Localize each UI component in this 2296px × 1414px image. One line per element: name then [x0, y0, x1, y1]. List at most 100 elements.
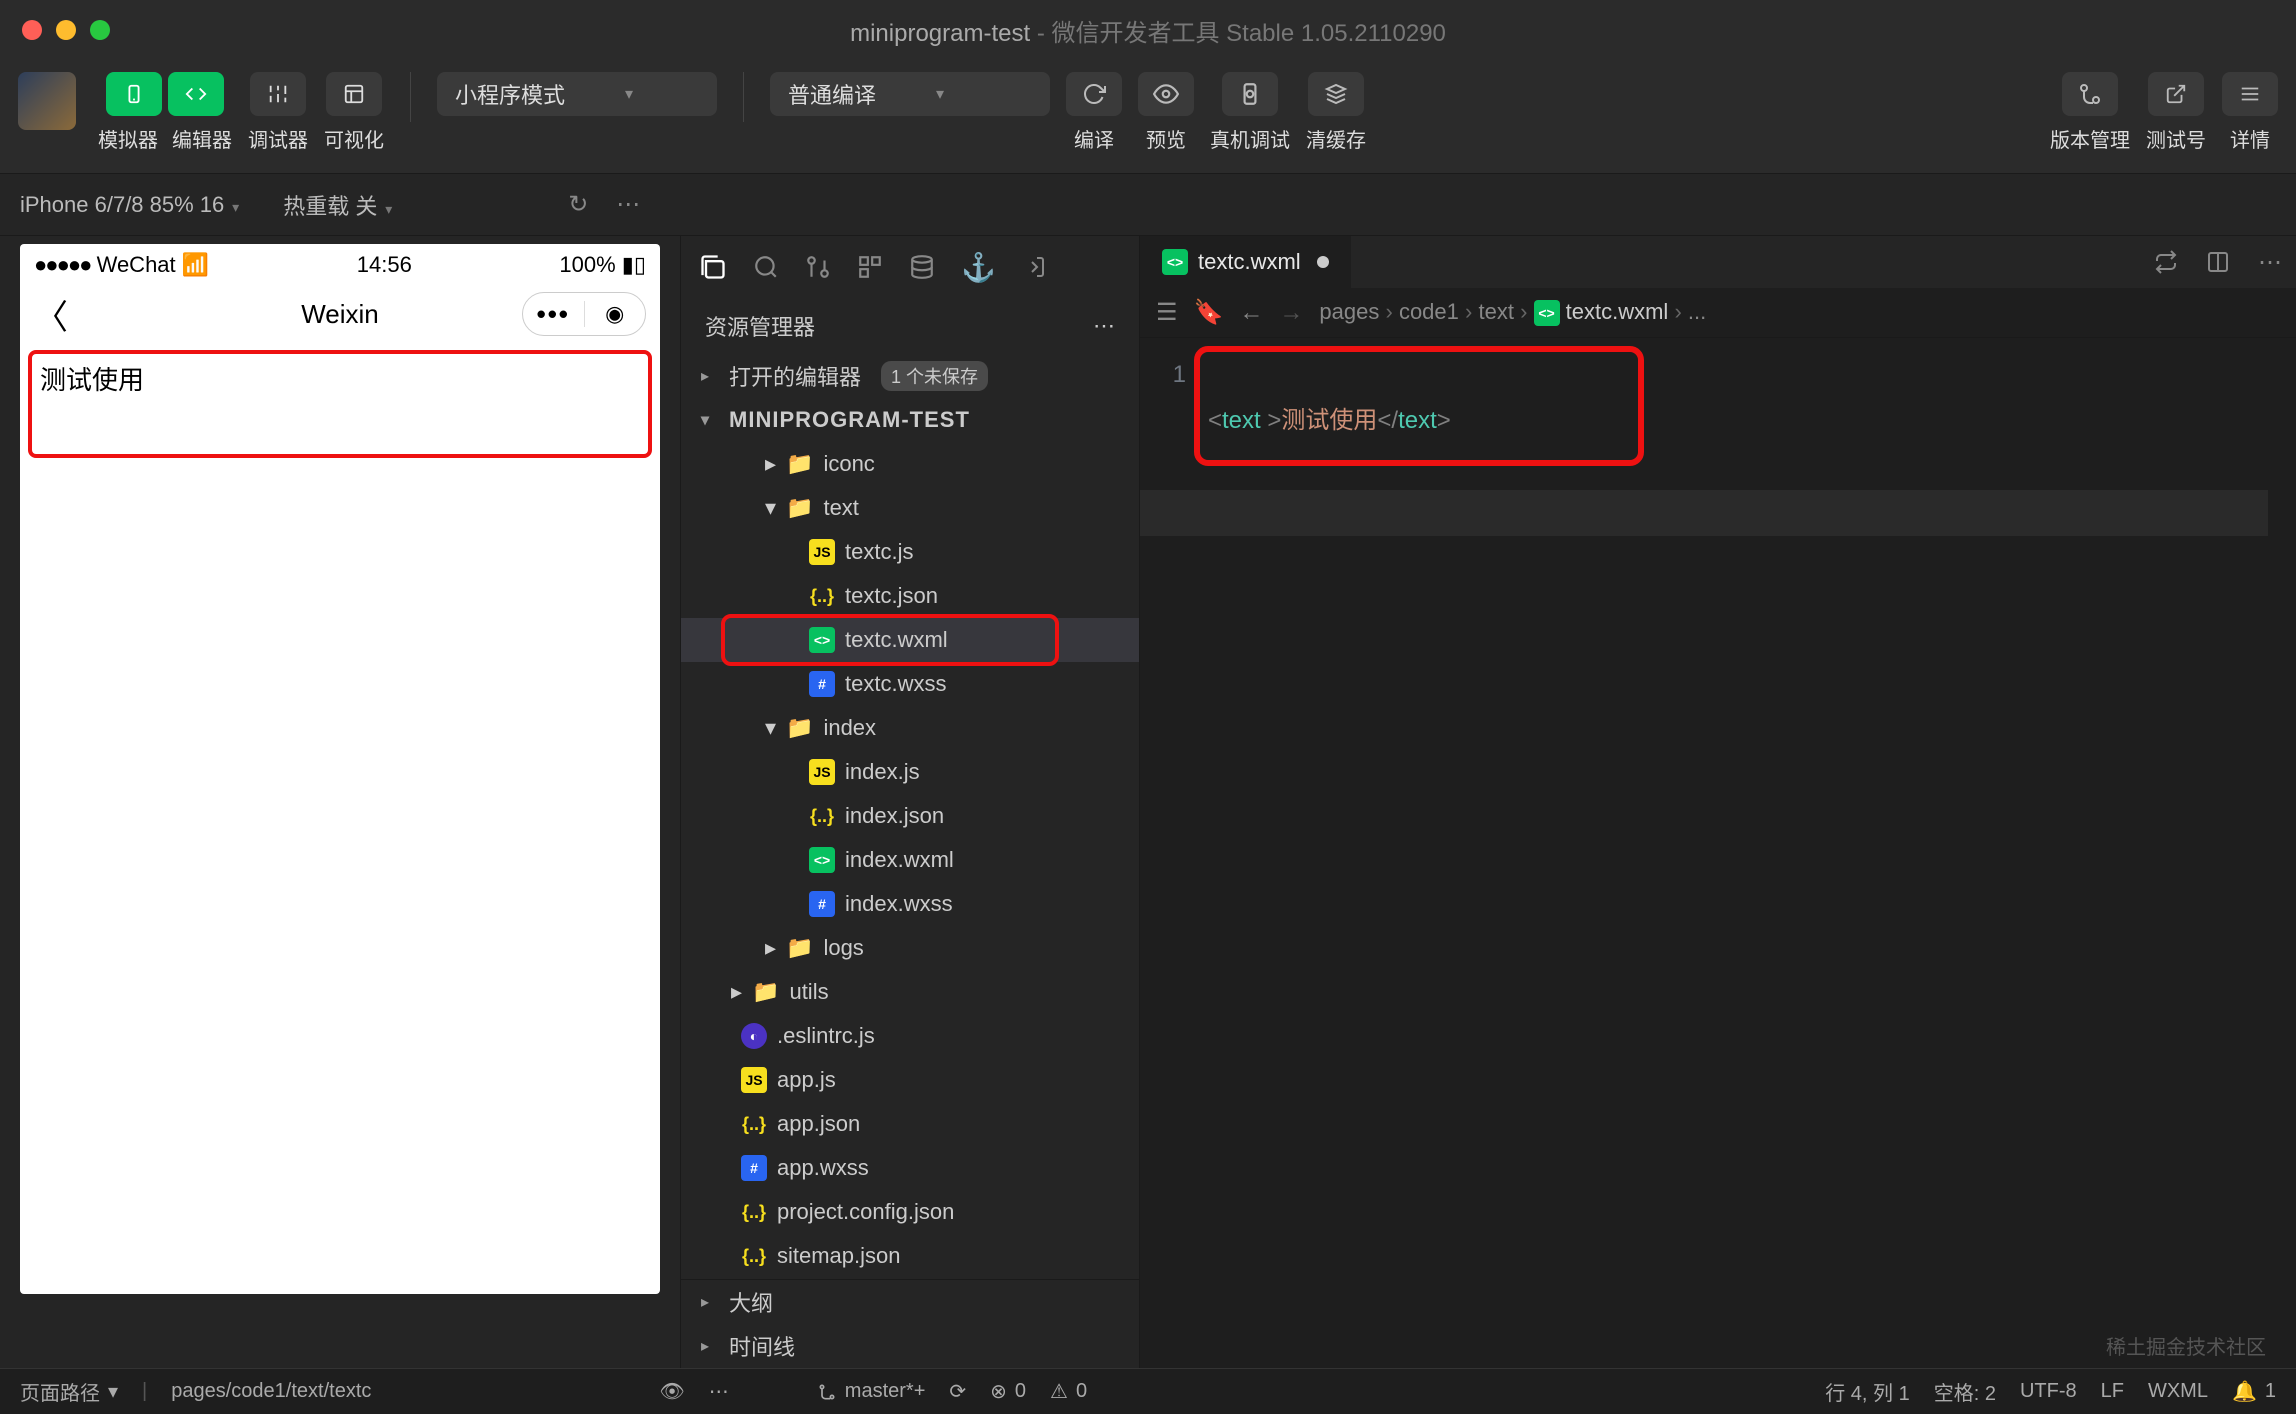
bookmark-icon[interactable]: 🔖	[1194, 298, 1224, 327]
unsaved-dot-icon	[1317, 256, 1329, 268]
code-line: <text >测试使用</text>	[1208, 398, 2296, 444]
capsule-button[interactable]: ••• ◉	[522, 292, 646, 336]
explorer-icon[interactable]	[699, 253, 727, 281]
watermark: 稀土掘金技术社区	[2106, 1331, 2266, 1360]
window-minimize-button[interactable]	[56, 20, 76, 40]
compare-icon[interactable]	[2140, 250, 2192, 274]
nav-forward-icon[interactable]: →	[1279, 299, 1303, 327]
highlight-annotation-sim: 测试使用	[28, 350, 652, 458]
compile-dropdown[interactable]: 普通编译▾	[770, 72, 1050, 116]
window-close-button[interactable]	[22, 20, 42, 40]
details-label: 详情	[2230, 124, 2270, 153]
outline-section[interactable]: ▸大纲	[681, 1280, 1139, 1324]
folder-row[interactable]: ▸📁utils	[681, 970, 1139, 1014]
search-icon[interactable]	[753, 254, 779, 280]
file-row[interactable]: {..}textc.json	[681, 574, 1139, 618]
phone-frame: ●●●●● WeChat 📶 14:56 100% ▮▯ 〈 Weixin ••…	[20, 244, 660, 1294]
file-row[interactable]: #textc.wxss	[681, 662, 1139, 706]
clear-cache-label: 清缓存	[1306, 124, 1366, 153]
nav-back-icon[interactable]: ←	[1239, 299, 1263, 327]
file-row[interactable]: {..}sitemap.json	[681, 1234, 1139, 1278]
file-row[interactable]: #app.wxss	[681, 1146, 1139, 1190]
capsule-menu-icon[interactable]: •••	[523, 299, 584, 330]
explorer-more-icon[interactable]: ⋯	[1093, 313, 1115, 339]
wifi-icon: 📶	[182, 252, 209, 277]
file-row[interactable]: JSapp.js	[681, 1058, 1139, 1102]
back-icon[interactable]: 〈	[34, 290, 68, 339]
mode-dropdown[interactable]: 小程序模式▾	[437, 72, 717, 116]
git-icon[interactable]	[805, 254, 831, 280]
tab-more-icon[interactable]: ⋯	[2244, 248, 2296, 277]
preview-label: 预览	[1146, 124, 1186, 153]
test-number-button[interactable]	[2148, 72, 2204, 116]
visual-toggle[interactable]	[326, 72, 382, 116]
window-maximize-button[interactable]	[90, 20, 110, 40]
phone-statusbar: ●●●●● WeChat 📶 14:56 100% ▮▯	[20, 244, 660, 286]
breadcrumb[interactable]: pages › code1 › text › <> textc.wxml › .…	[1319, 299, 1706, 326]
sync-icon[interactable]: ⟳	[949, 1379, 966, 1404]
breadcrumb-bar: ☰ 🔖 ← → pages › code1 › text › <> textc.…	[1140, 288, 2296, 338]
split-icon[interactable]	[2192, 250, 2244, 274]
project-root[interactable]: ▾MINIPROGRAM-TEST	[681, 398, 1139, 442]
file-row[interactable]: {..}app.json	[681, 1102, 1139, 1146]
file-row[interactable]: JSindex.js	[681, 750, 1139, 794]
wxml-file-icon: <>	[1162, 249, 1188, 275]
clear-cache-button[interactable]	[1308, 72, 1364, 116]
code-editor[interactable]: 1 <text >测试使用</text>	[1140, 338, 2296, 1368]
notification-bell[interactable]: 🔔 1	[2232, 1379, 2276, 1404]
compile-button[interactable]	[1066, 72, 1122, 116]
refresh-icon[interactable]: ↻	[560, 190, 596, 219]
device-selector[interactable]: iPhone 6/7/8 85% 16 ▾	[20, 192, 239, 218]
details-button[interactable]	[2222, 72, 2278, 116]
warning-count[interactable]: ⚠ 0	[1050, 1379, 1087, 1404]
phone-nav-title: Weixin	[301, 299, 379, 330]
file-row[interactable]: {..}project.config.json	[681, 1190, 1139, 1234]
login-icon[interactable]	[1022, 255, 1046, 279]
folder-row[interactable]: ▸📁logs	[681, 926, 1139, 970]
compile-label: 编译	[1074, 124, 1114, 153]
folder-row[interactable]: ▾📁text	[681, 486, 1139, 530]
db-icon[interactable]	[909, 254, 935, 280]
timeline-section[interactable]: ▸时间线	[681, 1324, 1139, 1368]
git-branch[interactable]: master*+	[817, 1380, 926, 1403]
project-avatar[interactable]	[18, 72, 76, 130]
hot-reload-selector[interactable]: 热重载 关 ▾	[283, 189, 392, 221]
editor-toggle[interactable]	[168, 72, 224, 116]
folder-row[interactable]: ▸📁iconc	[681, 442, 1139, 486]
preview-eye-icon[interactable]: 👁	[659, 1379, 684, 1404]
editor-label: 编辑器	[172, 124, 232, 153]
language-mode[interactable]: WXML	[2148, 1380, 2208, 1403]
file-row[interactable]: ◐.eslintrc.js	[681, 1014, 1139, 1058]
extensions-icon[interactable]	[857, 254, 883, 280]
indent-setting[interactable]: 空格: 2	[1934, 1377, 1996, 1406]
file-row[interactable]: <>index.wxml	[681, 838, 1139, 882]
editor-tab[interactable]: <> textc.wxml	[1140, 236, 1351, 288]
docker-icon[interactable]: ⚓	[961, 251, 996, 284]
debugger-label: 调试器	[248, 124, 308, 153]
folder-row[interactable]: ▾📁index	[681, 706, 1139, 750]
status-more-icon[interactable]: ⋯	[709, 1379, 729, 1404]
file-row[interactable]: {..}index.json	[681, 794, 1139, 838]
eol[interactable]: LF	[2101, 1380, 2124, 1403]
file-row[interactable]: <>textc.wxml	[681, 618, 1139, 662]
open-editors-section[interactable]: ▸打开的编辑器1 个未保存	[681, 354, 1139, 398]
remote-debug-label: 真机调试	[1210, 124, 1290, 153]
simulator-toggle[interactable]	[106, 72, 162, 116]
more-icon[interactable]: ⋯	[610, 190, 646, 219]
debugger-toggle[interactable]	[250, 72, 306, 116]
page-path-selector[interactable]: 页面路径 ▾	[20, 1377, 118, 1406]
line-gutter: 1	[1140, 338, 1196, 398]
file-row[interactable]: #index.wxss	[681, 882, 1139, 926]
minimap[interactable]	[2268, 338, 2296, 1368]
phone-time: 14:56	[357, 252, 412, 278]
file-row[interactable]: JStextc.js	[681, 530, 1139, 574]
version-mgmt-button[interactable]	[2062, 72, 2118, 116]
remote-debug-button[interactable]	[1222, 72, 1278, 116]
preview-button[interactable]	[1138, 72, 1194, 116]
capsule-close-icon[interactable]: ◉	[584, 301, 646, 327]
error-count[interactable]: ⊗ 0	[990, 1379, 1026, 1404]
list-icon[interactable]: ☰	[1156, 298, 1178, 327]
encoding[interactable]: UTF-8	[2020, 1380, 2077, 1403]
cursor-position[interactable]: 行 4, 列 1	[1825, 1377, 1909, 1406]
phone-navbar: 〈 Weixin ••• ◉	[20, 286, 660, 342]
